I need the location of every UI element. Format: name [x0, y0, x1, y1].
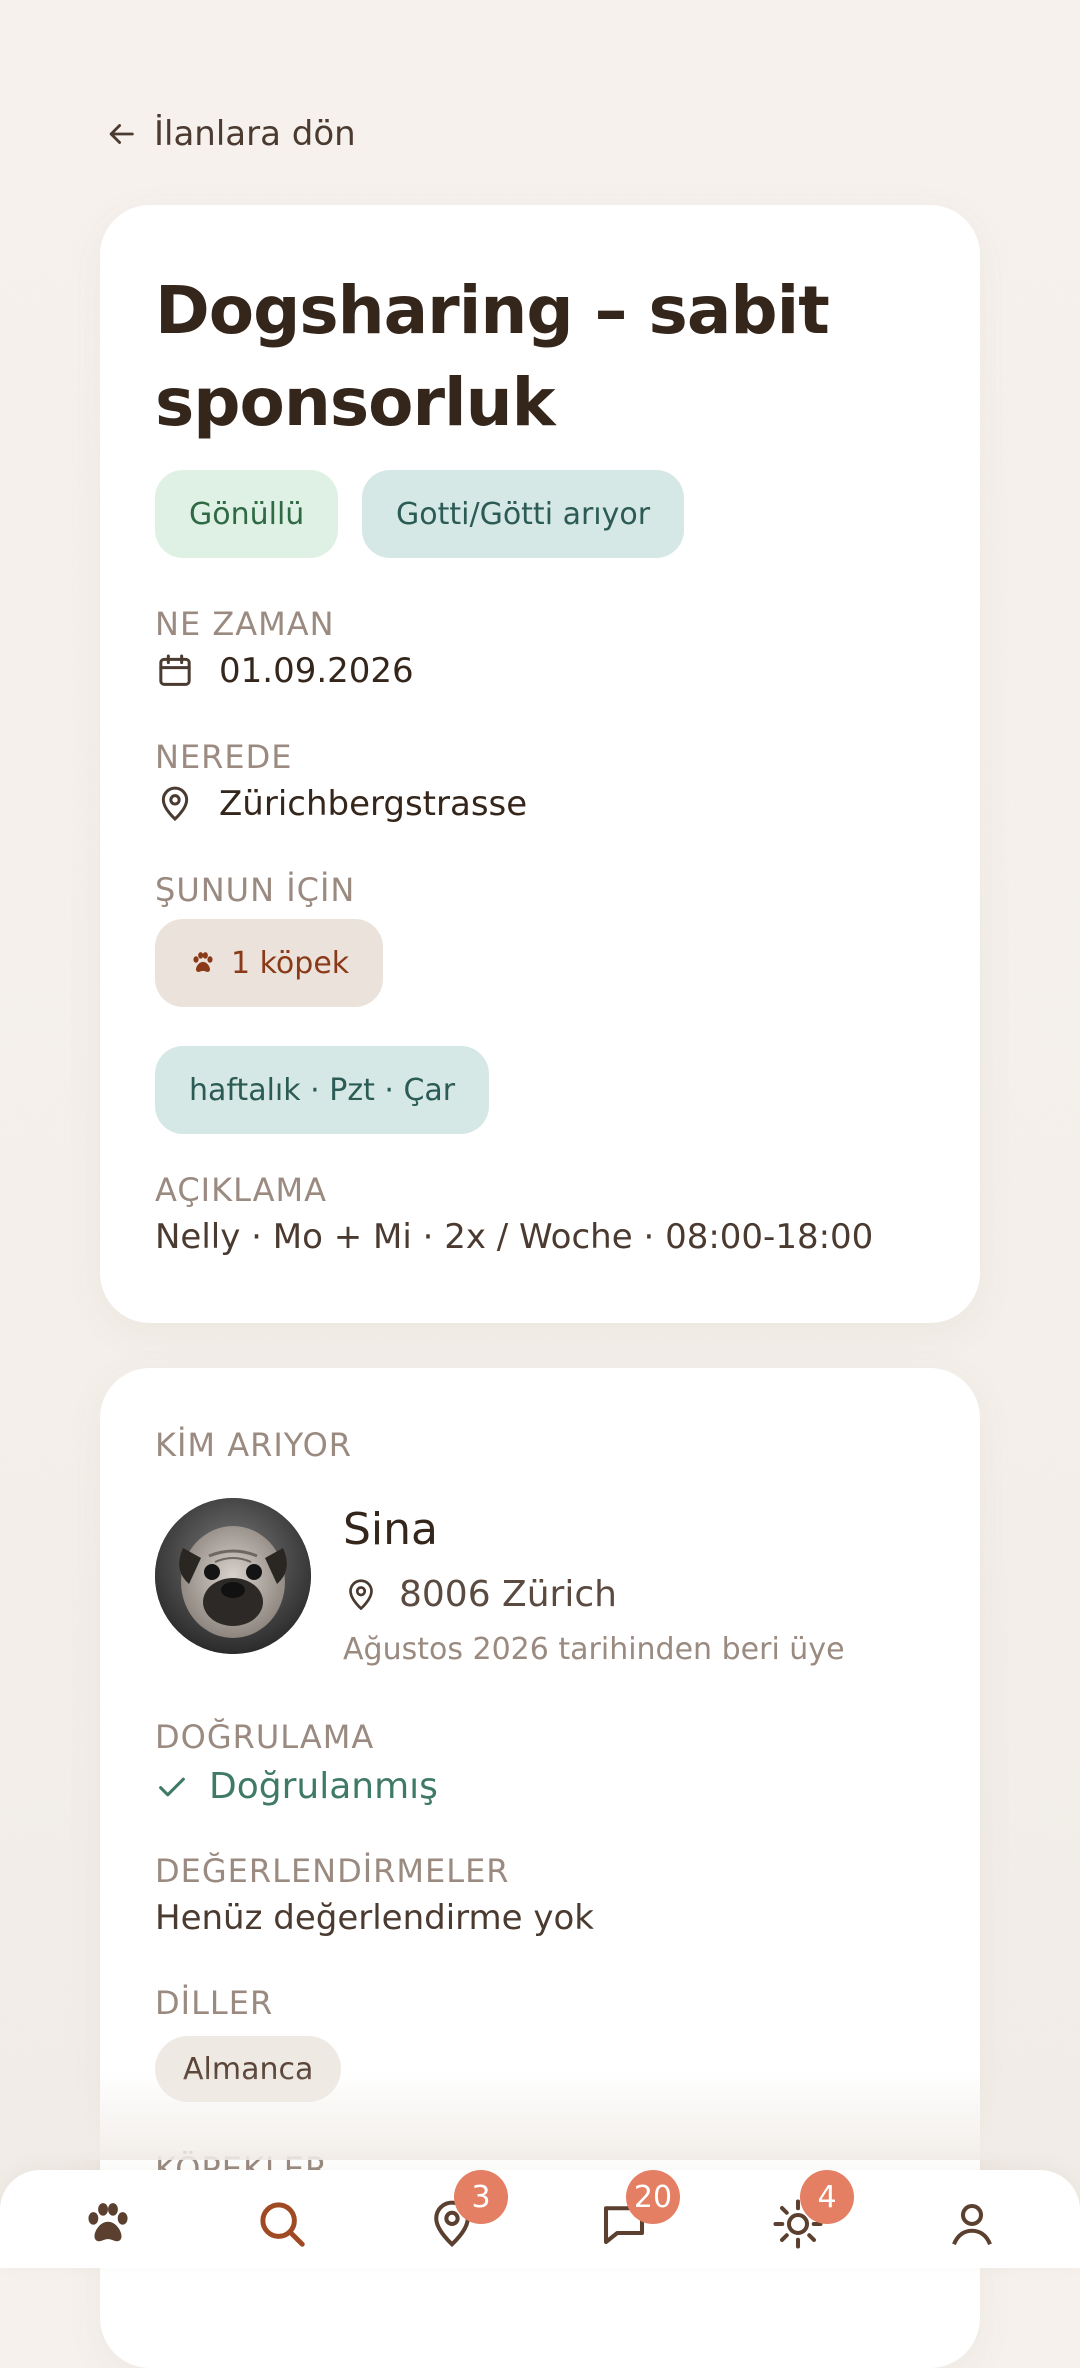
schedule-chip: haftalık · Pzt · Çar [155, 1046, 490, 1134]
back-link-label: İlanlara dön [154, 114, 356, 154]
back-link[interactable]: İlanlara dön [104, 112, 356, 156]
activity-badge: 4 [800, 2170, 854, 2224]
owner-name: Sina [343, 1504, 439, 1555]
avatar[interactable] [155, 1498, 311, 1654]
map-pin-icon [349, 1578, 373, 1610]
where-row: Zürichbergstrasse [155, 784, 527, 824]
bottom-nav: 3 20 4 [0, 2170, 1080, 2268]
nav-map[interactable]: 3 [420, 2170, 508, 2256]
listing-title: Dogsharing – sabit sponsorluk [155, 272, 830, 441]
reviews-value: Henüz değerlendirme yok [155, 1898, 594, 1938]
profile-icon [952, 2203, 992, 2246]
when-row: 01.09.2026 [155, 651, 414, 691]
where-value: Zürichbergstrasse [219, 784, 528, 824]
nav-messages[interactable]: 20 [592, 2170, 680, 2256]
verification-value: Doğrulanmış [209, 1766, 438, 1807]
nav-home[interactable] [76, 2192, 140, 2256]
listing-card: Dogsharing – sabit sponsorluk Gönüllü Go… [100, 205, 980, 1323]
description-text: Nelly · Mo + Mi · 2x / Woche · 08:00-18:… [155, 1217, 874, 1257]
calendar-icon [159, 654, 191, 686]
reviews-label: DEĞERLENDİRMELER [155, 1852, 510, 1890]
nav-search[interactable] [250, 2192, 314, 2256]
map-badge: 3 [454, 2170, 508, 2224]
owner-section-label: KİM ARIYOR [155, 1426, 352, 1464]
owner-location-row: 8006 Zürich [343, 1574, 617, 1615]
verification-label: DOĞRULAMA [155, 1718, 375, 1756]
paw-icon [193, 952, 213, 972]
when-value: 01.09.2026 [219, 651, 414, 691]
where-label: NEREDE [155, 738, 293, 776]
search-icon [260, 2202, 305, 2247]
paw-icon [88, 2203, 128, 2242]
map-pin-icon [161, 786, 189, 822]
description-label: AÇIKLAMA [155, 1171, 328, 1209]
dog-count-label: 1 köpek [231, 945, 350, 981]
nav-activity[interactable]: 4 [766, 2170, 854, 2256]
when-label: NE ZAMAN [155, 605, 335, 643]
for-label: ŞUNUN İÇİN [155, 871, 356, 909]
messages-badge: 20 [626, 2170, 680, 2224]
type-chip: Gotti/Götti arıyor [362, 470, 685, 558]
check-icon [159, 1777, 185, 1796]
pug-avatar-image [155, 1498, 311, 1654]
languages-label: DİLLER [155, 1984, 274, 2022]
dog-count-chip: 1 köpek [155, 919, 384, 1007]
arrow-left-icon [109, 124, 134, 144]
owner-location: 8006 Zürich [399, 1574, 617, 1615]
member-since: Ağustos 2026 tarihinden beri üye [343, 1632, 845, 1667]
category-chip: Gönüllü [155, 470, 339, 558]
nav-profile[interactable] [940, 2192, 1004, 2256]
verification-row: Doğrulanmış [155, 1766, 438, 1807]
scroll-fade [0, 2070, 1080, 2160]
